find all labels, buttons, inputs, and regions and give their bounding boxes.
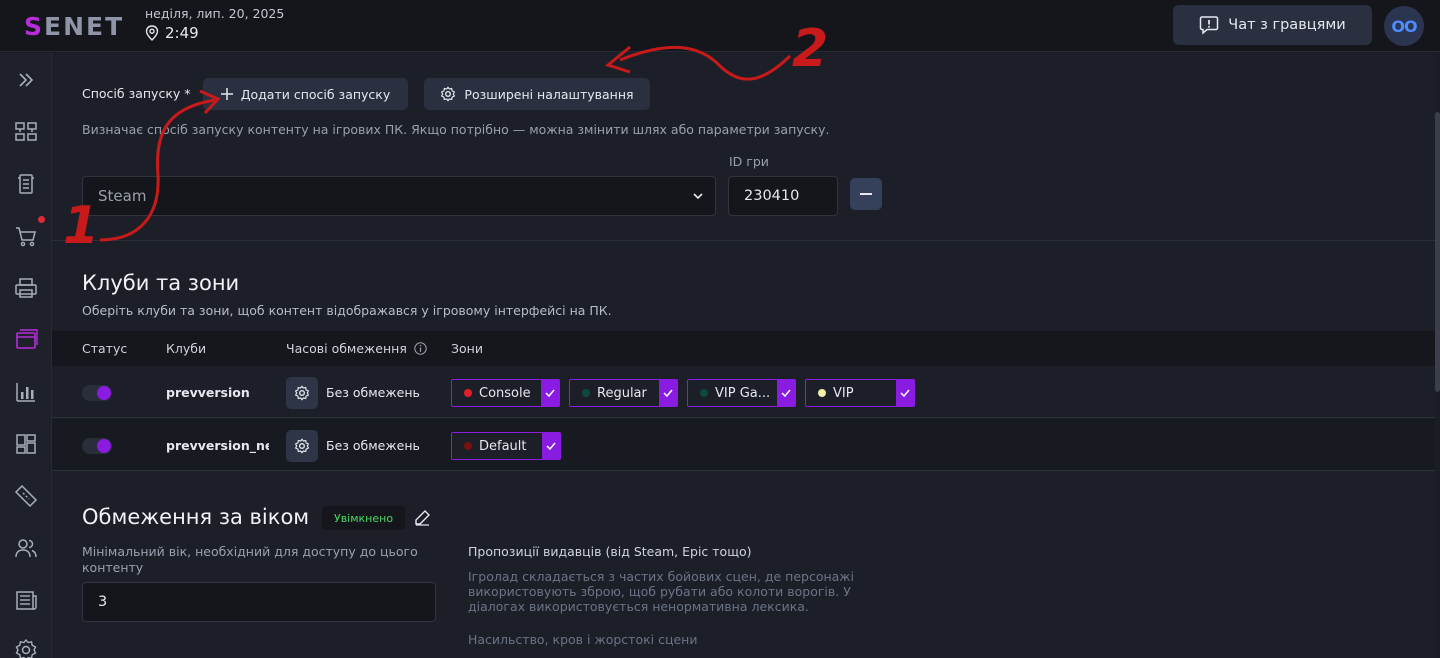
- zone-color-dot: [700, 389, 708, 397]
- gear-icon: [441, 86, 456, 102]
- news-icon[interactable]: [13, 587, 39, 613]
- date-label: неділя, лип. 20, 2025: [145, 6, 285, 21]
- column-status: Статус: [82, 341, 128, 356]
- min-age-input[interactable]: 3: [82, 582, 436, 622]
- remove-launch-method-button[interactable]: [850, 178, 882, 210]
- notification-dot: [38, 216, 45, 223]
- edit-pencil-icon[interactable]: [414, 509, 431, 526]
- zone-chip[interactable]: Default: [451, 432, 561, 460]
- devices-icon[interactable]: [13, 119, 39, 145]
- clock: 2:49: [145, 24, 199, 42]
- zone-name: VIP: [833, 385, 854, 401]
- min-age-label: Мінімальний вік, необхідний для доступу …: [82, 544, 418, 575]
- stats-icon[interactable]: [13, 379, 39, 405]
- status-toggle[interactable]: [82, 438, 112, 454]
- launch-method-label: Спосіб запуску *: [82, 86, 191, 101]
- settings-icon[interactable]: [13, 637, 39, 658]
- zone-chip[interactable]: VIP: [805, 379, 915, 407]
- time-limit-settings-button[interactable]: [286, 430, 318, 462]
- zone-name: Default: [479, 438, 527, 454]
- content-icon[interactable]: [13, 327, 39, 353]
- scrollbar[interactable]: [1435, 112, 1440, 392]
- minus-icon: [860, 193, 872, 195]
- checkmark-icon: [541, 380, 559, 406]
- zone-name: VIP Ga...: [715, 385, 771, 401]
- publisher-suggestion-text: Насильство, кров і жорстокі сцени: [468, 632, 698, 647]
- checkmark-icon: [542, 433, 560, 459]
- sidebar: [0, 53, 52, 658]
- printer-icon[interactable]: [13, 275, 39, 301]
- checkmark-icon: [659, 380, 677, 406]
- expand-icon[interactable]: [13, 67, 39, 93]
- club-name: prevversion: [166, 385, 250, 400]
- top-bar: SENET неділя, лип. 20, 2025 2:49 Чат з г…: [0, 0, 1440, 52]
- time-limit-value: Без обмежень: [326, 385, 420, 400]
- publisher-suggestions-label: Пропозиції видавців (від Steam, Epic тощ…: [468, 544, 752, 559]
- clubs-section-title: Клуби та зони: [82, 271, 240, 295]
- game-id-label: ID гри: [729, 154, 769, 169]
- info-icon[interactable]: [414, 342, 427, 355]
- avatar[interactable]: OO: [1384, 6, 1424, 46]
- zone-color-dot: [818, 389, 826, 397]
- time-limit-settings-button[interactable]: [286, 377, 318, 409]
- launch-method-select[interactable]: Steam: [82, 176, 716, 216]
- chat-with-players-button[interactable]: Чат з гравцями: [1173, 5, 1372, 45]
- zone-name: Regular: [597, 385, 647, 401]
- game-id-input[interactable]: 230410: [728, 176, 838, 216]
- cart-icon[interactable]: [13, 223, 39, 249]
- age-section-title: Обмеження за віком: [82, 505, 310, 529]
- logo[interactable]: SENET: [24, 12, 124, 41]
- chat-alert-icon: [1200, 16, 1219, 35]
- launch-method-description: Визначає спосіб запуску контенту на ігро…: [82, 122, 830, 137]
- zone-color-dot: [464, 442, 472, 450]
- column-clubs: Клуби: [166, 341, 207, 356]
- add-launch-method-button[interactable]: Додати спосіб запуску: [203, 78, 408, 110]
- status-badge: Увімкнено: [322, 506, 406, 530]
- chevron-down-icon: [693, 193, 703, 200]
- gear-icon: [294, 438, 310, 454]
- ticket-icon[interactable]: [13, 483, 39, 509]
- terminal-icon[interactable]: [13, 171, 39, 197]
- zone-name: Console: [479, 385, 531, 401]
- time-limit-value: Без обмежень: [326, 438, 420, 453]
- advanced-settings-label: Розширені налаштування: [464, 86, 634, 102]
- gear-icon: [294, 385, 310, 401]
- chat-button-label: Чат з гравцями: [1228, 17, 1346, 33]
- publisher-suggestion-text: Ігролад складається з частих бойових сце…: [468, 569, 855, 614]
- zone-color-dot: [464, 389, 472, 397]
- toggle-knob: [97, 386, 111, 400]
- status-toggle[interactable]: [82, 385, 112, 401]
- checkmark-icon: [777, 380, 795, 406]
- clubs-table-header: [52, 331, 1435, 366]
- checkmark-icon: [896, 380, 914, 406]
- section-divider: [52, 240, 1435, 241]
- time-value: 2:49: [165, 24, 199, 42]
- advanced-settings-button[interactable]: Розширені налаштування: [424, 78, 650, 110]
- zone-color-dot: [582, 389, 590, 397]
- column-zones: Зони: [451, 341, 483, 356]
- location-pin-icon: [145, 25, 159, 41]
- launch-method-value: Steam: [98, 187, 147, 205]
- column-time-limits: Часові обмеження: [286, 341, 407, 356]
- users-icon[interactable]: [13, 535, 39, 561]
- add-launch-method-label: Додати спосіб запуску: [240, 86, 391, 102]
- plus-icon: [220, 88, 233, 100]
- clubs-section-description: Оберіть клуби та зони, щоб контент відоб…: [82, 303, 612, 318]
- dashboard-icon[interactable]: [13, 431, 39, 457]
- zone-chip[interactable]: Console: [451, 379, 560, 407]
- zone-chip[interactable]: VIP Ga...: [687, 379, 796, 407]
- zone-chip[interactable]: Regular: [569, 379, 678, 407]
- club-name: prevversion_new: [166, 438, 269, 453]
- toggle-knob: [97, 439, 111, 453]
